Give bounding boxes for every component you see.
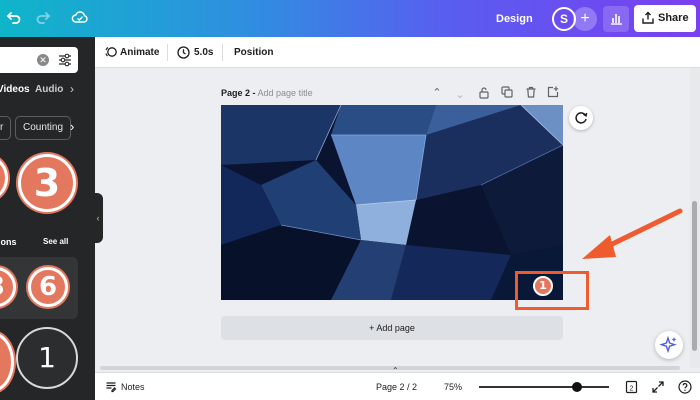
number-sticker-3: 3 xyxy=(0,267,16,307)
filter-chip-counting[interactable]: Counting xyxy=(15,116,72,140)
number-sticker[interactable] xyxy=(0,154,8,202)
clock-icon xyxy=(177,46,190,59)
annotation-arrow xyxy=(582,208,683,259)
filter-icon[interactable] xyxy=(58,53,72,67)
grid-view-button[interactable]: 2 xyxy=(625,380,639,394)
scroll-thumb[interactable] xyxy=(100,366,680,370)
vertical-scrollbar[interactable] xyxy=(690,68,700,368)
filter-chip[interactable]: r xyxy=(0,116,12,140)
tab-videos[interactable]: Videos xyxy=(0,84,30,95)
refresh-icon xyxy=(575,112,588,124)
page-heading: Page 2 - Add page title xyxy=(221,88,313,98)
undo-icon[interactable] xyxy=(4,9,24,29)
add-collaborator-button[interactable]: + xyxy=(573,7,597,31)
zoom-percentage[interactable]: 75% xyxy=(444,373,462,400)
divider xyxy=(222,44,223,61)
redo-icon[interactable] xyxy=(33,9,53,29)
notes-label: Notes xyxy=(121,382,145,392)
duration-button[interactable]: 5.0s xyxy=(177,37,213,68)
section-title: ions xyxy=(0,237,17,247)
top-bar: Design S + Share xyxy=(0,0,700,37)
annotation-highlight-box xyxy=(515,271,589,310)
page-number-label: Page 2 - xyxy=(221,88,256,98)
architecture-photo xyxy=(221,105,563,300)
notes-icon xyxy=(106,382,117,393)
see-all-link[interactable]: See all xyxy=(43,237,68,246)
chevron-right-icon[interactable]: › xyxy=(70,82,74,96)
number-sticker-1[interactable]: 1 xyxy=(16,327,78,389)
add-page-icon[interactable] xyxy=(546,86,560,100)
page-title-input[interactable]: Add page title xyxy=(258,88,313,98)
share-upload-icon xyxy=(642,11,654,24)
divider xyxy=(167,44,168,61)
editor-toolbar: Animate 5.0s Position xyxy=(95,37,700,68)
animate-icon xyxy=(105,46,117,57)
stickers-tile[interactable]: 3 6 xyxy=(0,257,78,319)
share-button[interactable]: Share xyxy=(634,5,696,32)
move-page-down-icon[interactable]: ⌃ xyxy=(453,86,467,100)
number-sticker-6: 6 xyxy=(28,267,68,307)
design-page-canvas[interactable] xyxy=(221,105,563,300)
sparkle-icon xyxy=(659,335,677,354)
search-input[interactable]: ✕ xyxy=(0,47,78,73)
animate-label: Animate xyxy=(120,47,160,58)
delete-page-icon[interactable] xyxy=(524,86,538,100)
elements-side-panel: ✕ Videos Audio › r Counting › 3 ions See… xyxy=(0,37,95,400)
magic-assistant-button[interactable] xyxy=(655,331,683,359)
footer-bar: Notes Page 2 / 2 75% 2 xyxy=(95,372,700,400)
share-label: Share xyxy=(658,12,689,24)
lock-icon[interactable] xyxy=(477,86,491,100)
collapse-panel-handle[interactable]: ‹ xyxy=(93,193,103,243)
duration-label: 5.0s xyxy=(194,47,214,58)
clear-search-icon[interactable]: ✕ xyxy=(37,54,49,66)
fullscreen-icon[interactable] xyxy=(651,380,665,394)
design-menu-button[interactable]: Design xyxy=(496,9,533,29)
number-sticker[interactable] xyxy=(0,332,14,392)
notes-button[interactable]: Notes xyxy=(105,373,145,400)
bar-chart-icon xyxy=(611,14,622,25)
number-sticker-on-page[interactable]: 1 xyxy=(533,276,553,296)
tab-audio[interactable]: Audio xyxy=(35,84,63,95)
position-button[interactable]: Position xyxy=(234,37,273,68)
page-indicator[interactable]: Page 2 / 2 xyxy=(376,373,417,400)
page-count-badge: 2 xyxy=(630,386,634,393)
regenerate-button[interactable] xyxy=(569,106,593,130)
insights-button[interactable] xyxy=(603,6,629,32)
number-sticker-3[interactable]: 3 xyxy=(18,154,76,212)
scroll-thumb[interactable] xyxy=(692,201,697,351)
zoom-slider[interactable] xyxy=(479,382,609,392)
move-page-up-icon[interactable]: ⌃ xyxy=(430,86,444,100)
help-icon[interactable] xyxy=(678,380,692,394)
zoom-slider-handle[interactable] xyxy=(571,382,582,392)
chevron-right-icon[interactable]: › xyxy=(70,119,74,134)
animate-button[interactable]: Animate xyxy=(105,37,159,68)
duplicate-page-icon[interactable] xyxy=(500,86,514,100)
cloud-sync-icon[interactable] xyxy=(70,9,90,29)
add-page-button[interactable]: + Add page xyxy=(221,316,563,340)
